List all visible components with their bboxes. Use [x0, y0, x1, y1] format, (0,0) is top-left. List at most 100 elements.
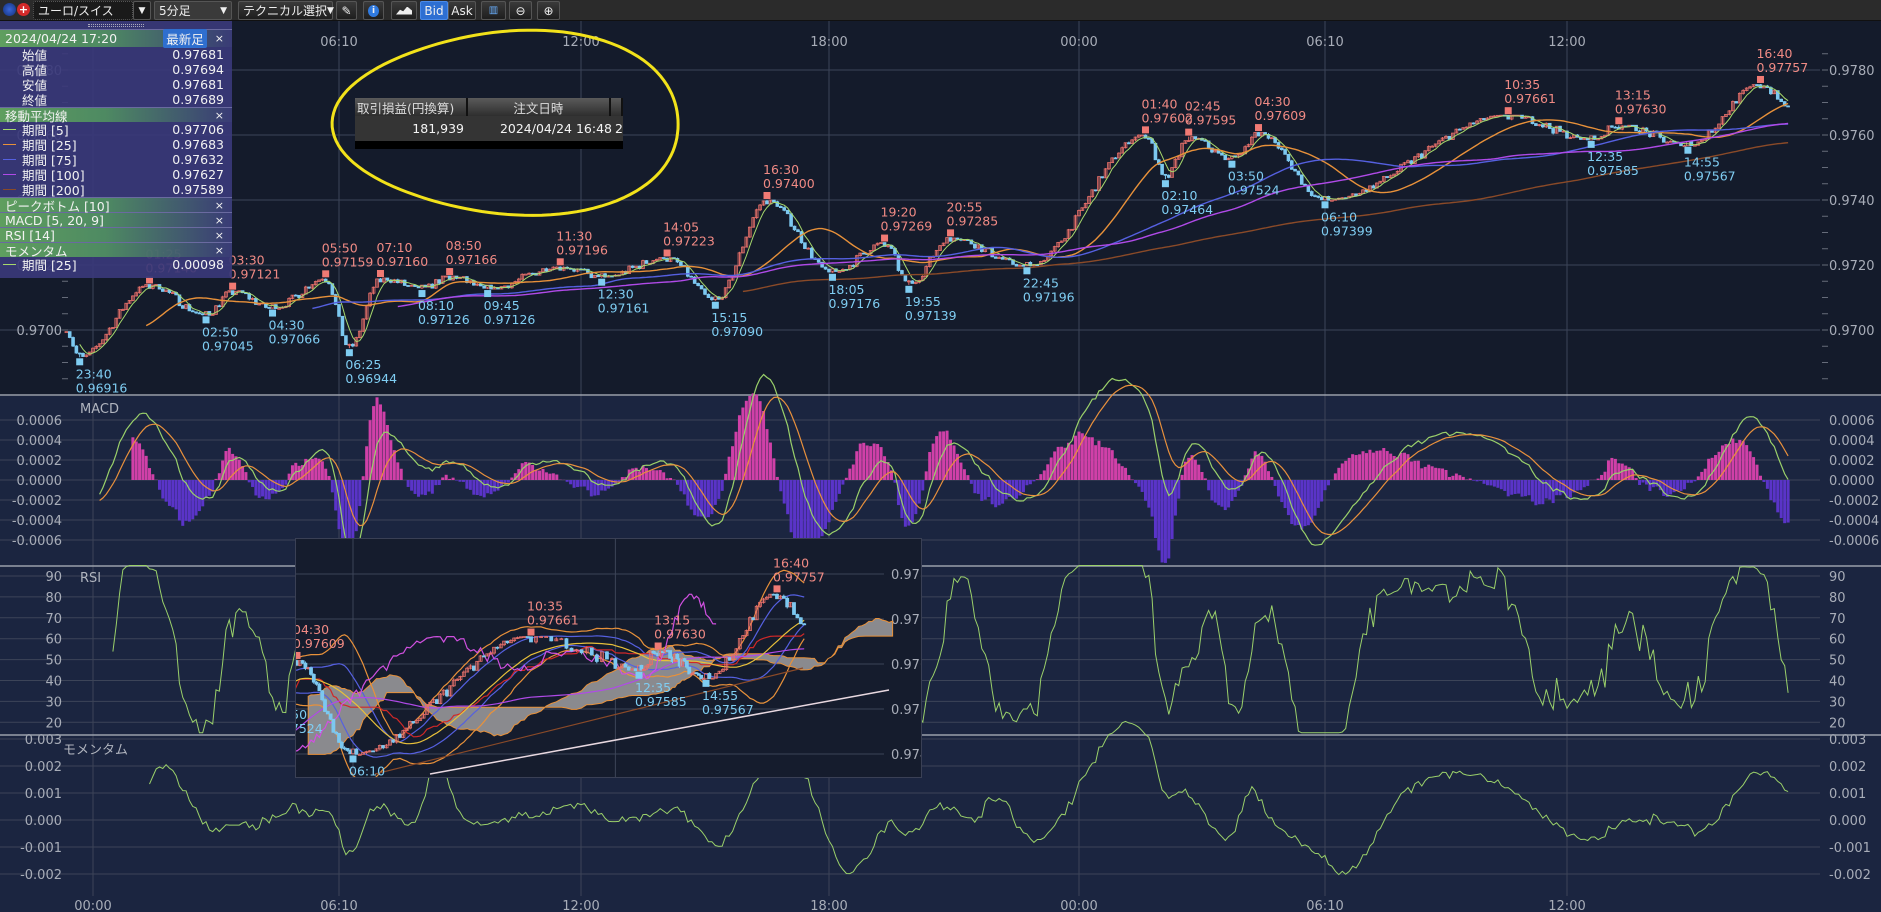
- inset-candle-body: [775, 593, 779, 600]
- candle-body: [1610, 125, 1614, 128]
- inset-candle-body: [613, 658, 618, 669]
- price-axis-label: 0.9700: [1829, 324, 1875, 339]
- macd-histogram-bar: [1114, 458, 1118, 480]
- candle-body: [644, 260, 649, 264]
- rsi-axis-label: 40: [1829, 675, 1846, 690]
- drag-handle[interactable]: [0, 21, 232, 29]
- inset-candle-body: [525, 636, 530, 638]
- candle-body: [77, 352, 82, 355]
- macd-histogram-bar: [1482, 480, 1486, 484]
- column-header-order-time[interactable]: 注文日時: [468, 98, 612, 116]
- timeframe-select[interactable]: 5分足 ▼: [154, 1, 232, 20]
- currency-select[interactable]: ユーロ/スイス: [33, 1, 133, 20]
- column-header-pnl[interactable]: 取引損益(円換算): [355, 98, 468, 116]
- close-icon[interactable]: ×: [215, 214, 224, 227]
- zoom-in-button[interactable]: ⊕: [537, 1, 560, 20]
- macd-histogram-bar: [327, 475, 331, 480]
- macd-histogram-bar: [1150, 480, 1154, 517]
- chart-area[interactable]: 0.97800.97800.97600.97600.97400.97400.97…: [0, 0, 1881, 912]
- macd-histogram-bar: [510, 477, 514, 480]
- macd-histogram-bar: [1458, 475, 1462, 480]
- candle-body: [706, 293, 711, 298]
- macd-histogram-bar: [171, 480, 175, 508]
- info-button[interactable]: i: [363, 1, 384, 20]
- macd-histogram-bar: [197, 480, 201, 512]
- inset-candle-body: [579, 649, 584, 654]
- chart-type-button[interactable]: [391, 1, 417, 20]
- macd-panel-label: MACD: [80, 402, 119, 417]
- macd-histogram-bar: [987, 480, 991, 498]
- inset-candle-body: [633, 668, 638, 672]
- ask-button[interactable]: Ask: [448, 1, 476, 20]
- momentum-value: 0.00098: [172, 257, 224, 272]
- inset-candle-body: [411, 721, 416, 724]
- candle-body: [703, 288, 707, 295]
- currency-dropdown-button[interactable]: ▼: [133, 1, 151, 20]
- inset-extreme-value-label: 0.97567: [702, 702, 754, 717]
- macd-histogram-bar: [251, 480, 255, 487]
- candle-body: [351, 343, 355, 347]
- macd-histogram-bar: [1193, 459, 1197, 480]
- macd-histogram-bar: [410, 480, 414, 491]
- bid-button[interactable]: Bid: [420, 1, 448, 20]
- zoom-out-button[interactable]: ⊖: [509, 1, 532, 20]
- macd-histogram-bar: [1207, 480, 1211, 491]
- macd-histogram-bar: [191, 480, 195, 520]
- indicator-button[interactable]: ▥: [481, 1, 506, 20]
- rsi-axis-label-left: 20: [45, 716, 62, 731]
- close-icon[interactable]: ×: [215, 32, 224, 45]
- macd-histogram-bar: [1703, 468, 1707, 480]
- peak-marker: [229, 282, 237, 290]
- macd-histogram-bar: [576, 480, 580, 488]
- time-axis-label-top: 12:00: [1548, 35, 1585, 50]
- macd-histogram-bar: [751, 393, 755, 480]
- time-axis-label: 06:10: [320, 899, 357, 912]
- draw-tool-button[interactable]: ✎: [336, 1, 357, 20]
- column-header-more[interactable]: [611, 98, 623, 116]
- macd-histogram-bar: [1686, 480, 1690, 483]
- macd-histogram-bar: [1074, 435, 1078, 480]
- ma-value: 0.97627: [172, 167, 224, 182]
- latest-bar-button[interactable]: 最新足: [163, 29, 207, 48]
- inset-candle-body: [495, 646, 500, 649]
- macd-histogram-bar: [1351, 454, 1355, 480]
- inset-candle-body: [798, 617, 803, 625]
- macd-histogram-bar: [572, 480, 576, 488]
- macd-histogram-bar: [417, 480, 421, 497]
- extreme-value-label: 0.97269: [881, 219, 933, 234]
- macd-axis-label-left: -0.0004: [12, 514, 62, 529]
- rsi-axis-label-left: 30: [45, 695, 62, 710]
- macd-histogram-bar: [389, 440, 393, 480]
- close-icon[interactable]: ×: [215, 229, 224, 242]
- inset-chart-image: 0.978 0.977 0.976 0.975 0.974 03:500.97524 04:…: [295, 538, 922, 778]
- inset-candle-body: [594, 654, 599, 662]
- macd-histogram-bar: [1140, 480, 1144, 492]
- inset-bottom-marker: [702, 679, 710, 687]
- popup-row[interactable]: 181,939 2024/04/24 16:48 2: [355, 116, 623, 141]
- macd-histogram-bar: [330, 480, 334, 493]
- momentum-axis-label: 0.001: [1829, 787, 1866, 802]
- candle-body: [197, 312, 202, 315]
- candle-body: [402, 279, 407, 286]
- macd-histogram-bar: [872, 443, 876, 480]
- macd-histogram-bar: [1510, 480, 1514, 495]
- bottom-marker: [1587, 140, 1595, 148]
- bottom-marker: [711, 301, 719, 309]
- macd-histogram-bar: [1734, 442, 1738, 480]
- extreme-value-label: 0.97196: [556, 242, 608, 257]
- close-icon[interactable]: ×: [215, 109, 224, 122]
- technical-select-button[interactable]: テクニカル選択 ▼: [238, 1, 334, 20]
- pencil-icon: ✎: [341, 3, 352, 18]
- macd-histogram-bar: [1772, 480, 1776, 503]
- momentum-axis-label: -0.002: [1829, 868, 1871, 883]
- macd-histogram-bar: [1396, 457, 1400, 480]
- close-icon[interactable]: ×: [215, 244, 224, 257]
- candle-body: [74, 345, 79, 354]
- macd-title: MACD [5, 20, 9]: [5, 212, 104, 228]
- extreme-value-label: 0.97176: [828, 296, 880, 311]
- macd-histogram-bar: [844, 477, 848, 480]
- macd-histogram-bar: [1124, 467, 1128, 480]
- close-icon[interactable]: ×: [215, 199, 224, 212]
- macd-histogram-bar: [682, 480, 686, 495]
- inset-candle-body: [331, 718, 336, 733]
